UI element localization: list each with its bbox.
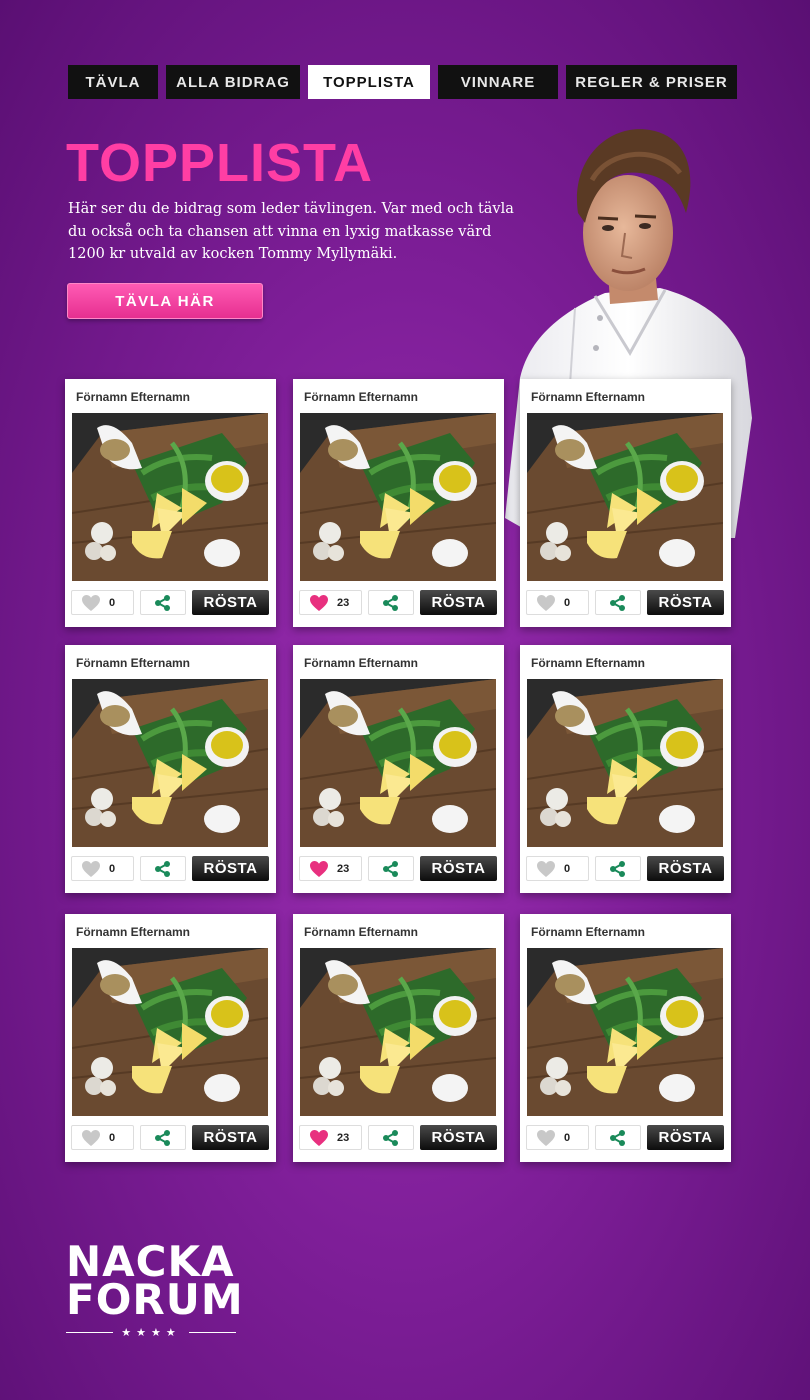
- share-icon: [383, 860, 398, 877]
- entry-card: Förnamn Efternamn 0 RÖSTA: [65, 645, 276, 893]
- like-count: 0: [109, 1131, 116, 1144]
- entry-author-name: Förnamn Efternamn: [76, 390, 191, 404]
- like-button[interactable]: 0: [71, 1125, 134, 1150]
- entry-author-name: Förnamn Efternamn: [76, 925, 191, 939]
- entry-photo[interactable]: [527, 948, 723, 1116]
- share-icon: [610, 1129, 625, 1146]
- entry-author-name: Förnamn Efternamn: [531, 925, 646, 939]
- vote-button[interactable]: RÖSTA: [647, 1125, 724, 1150]
- share-button[interactable]: [140, 856, 186, 881]
- vote-button[interactable]: RÖSTA: [647, 590, 724, 615]
- like-button[interactable]: 0: [526, 856, 589, 881]
- like-button[interactable]: 0: [71, 590, 134, 615]
- entry-card: Förnamn Efternamn 0 RÖSTA: [520, 645, 731, 893]
- entry-author-name: Förnamn Efternamn: [304, 656, 419, 670]
- main-nav: TÄVLA ALLA BIDRAG TOPPLISTA VINNARE REGL…: [68, 65, 737, 99]
- heart-icon: [82, 1129, 100, 1146]
- like-button[interactable]: 0: [526, 1125, 589, 1150]
- like-count: 0: [109, 862, 116, 875]
- tab-alla-bidrag[interactable]: ALLA BIDRAG: [166, 65, 300, 99]
- vote-button[interactable]: RÖSTA: [420, 1125, 497, 1150]
- entry-photo[interactable]: [72, 413, 268, 581]
- like-count: 23: [337, 1131, 350, 1144]
- compete-button[interactable]: TÄVLA HÄR: [67, 283, 263, 319]
- share-button[interactable]: [140, 590, 186, 615]
- tab-tavla[interactable]: TÄVLA: [68, 65, 158, 99]
- heart-icon: [310, 1129, 328, 1146]
- share-icon: [383, 1129, 398, 1146]
- like-button[interactable]: 23: [299, 856, 362, 881]
- share-icon: [155, 1129, 170, 1146]
- like-button[interactable]: 23: [299, 590, 362, 615]
- heart-icon: [310, 594, 328, 611]
- entry-photo[interactable]: [72, 679, 268, 847]
- entry-photo[interactable]: [300, 679, 496, 847]
- page-title: TOPPLISTA: [66, 133, 374, 193]
- nacka-forum-logo: NACKA FORUM ★★★★: [66, 1241, 244, 1339]
- share-icon: [155, 594, 170, 611]
- share-button[interactable]: [595, 856, 641, 881]
- share-icon: [383, 594, 398, 611]
- tab-regler-priser[interactable]: REGLER & PRISER: [566, 65, 737, 99]
- entry-card: Förnamn Efternamn 23 RÖSTA: [293, 379, 504, 627]
- share-button[interactable]: [368, 856, 414, 881]
- share-button[interactable]: [140, 1125, 186, 1150]
- entry-photo[interactable]: [72, 948, 268, 1116]
- vote-button[interactable]: RÖSTA: [647, 856, 724, 881]
- like-button[interactable]: 0: [71, 856, 134, 881]
- vote-button[interactable]: RÖSTA: [420, 856, 497, 881]
- logo-stars: ★★★★: [66, 1326, 237, 1339]
- heart-icon: [537, 594, 555, 611]
- share-icon: [155, 860, 170, 877]
- entry-photo[interactable]: [527, 413, 723, 581]
- entry-card: Förnamn Efternamn 0 RÖSTA: [520, 914, 731, 1162]
- vote-button[interactable]: RÖSTA: [192, 856, 269, 881]
- share-icon: [610, 860, 625, 877]
- like-count: 23: [337, 596, 350, 609]
- logo-rule-left: [66, 1332, 114, 1333]
- share-button[interactable]: [368, 590, 414, 615]
- tab-topplista[interactable]: TOPPLISTA: [308, 65, 430, 99]
- entry-card: Förnamn Efternamn 0 RÖSTA: [65, 914, 276, 1162]
- share-button[interactable]: [595, 1125, 641, 1150]
- entry-card: Förnamn Efternamn 23 RÖSTA: [293, 914, 504, 1162]
- entry-author-name: Förnamn Efternamn: [531, 656, 646, 670]
- heart-icon: [82, 860, 100, 877]
- vote-button[interactable]: RÖSTA: [192, 1125, 269, 1150]
- entry-photo[interactable]: [300, 948, 496, 1116]
- logo-line-2: FORUM: [66, 1275, 244, 1324]
- heart-icon: [537, 1129, 555, 1146]
- like-count: 23: [337, 862, 350, 875]
- intro-text: Här ser du de bidrag som leder tävlingen…: [68, 201, 514, 262]
- like-count: 0: [564, 596, 571, 609]
- heart-icon: [82, 594, 100, 611]
- heart-icon: [537, 860, 555, 877]
- logo-stars-text: ★★★★: [121, 1327, 181, 1339]
- like-count: 0: [564, 1131, 571, 1144]
- entry-photo[interactable]: [300, 413, 496, 581]
- entry-photo[interactable]: [527, 679, 723, 847]
- entry-author-name: Förnamn Efternamn: [304, 390, 419, 404]
- heart-icon: [310, 860, 328, 877]
- share-button[interactable]: [368, 1125, 414, 1150]
- entry-author-name: Förnamn Efternamn: [531, 390, 646, 404]
- vote-button[interactable]: RÖSTA: [420, 590, 497, 615]
- vote-button[interactable]: RÖSTA: [192, 590, 269, 615]
- like-count: 0: [109, 596, 116, 609]
- entry-card: Förnamn Efternamn 0 RÖSTA: [520, 379, 731, 627]
- entry-author-name: Förnamn Efternamn: [304, 925, 419, 939]
- like-button[interactable]: 0: [526, 590, 589, 615]
- logo-rule-right: [188, 1332, 237, 1333]
- share-button[interactable]: [595, 590, 641, 615]
- entry-card: Förnamn Efternamn 0 RÖSTA: [65, 379, 276, 627]
- share-icon: [610, 594, 625, 611]
- entry-card: Förnamn Efternamn 23 RÖSTA: [293, 645, 504, 893]
- like-button[interactable]: 23: [299, 1125, 362, 1150]
- entry-author-name: Förnamn Efternamn: [76, 656, 191, 670]
- like-count: 0: [564, 862, 571, 875]
- tab-vinnare[interactable]: VINNARE: [438, 65, 558, 99]
